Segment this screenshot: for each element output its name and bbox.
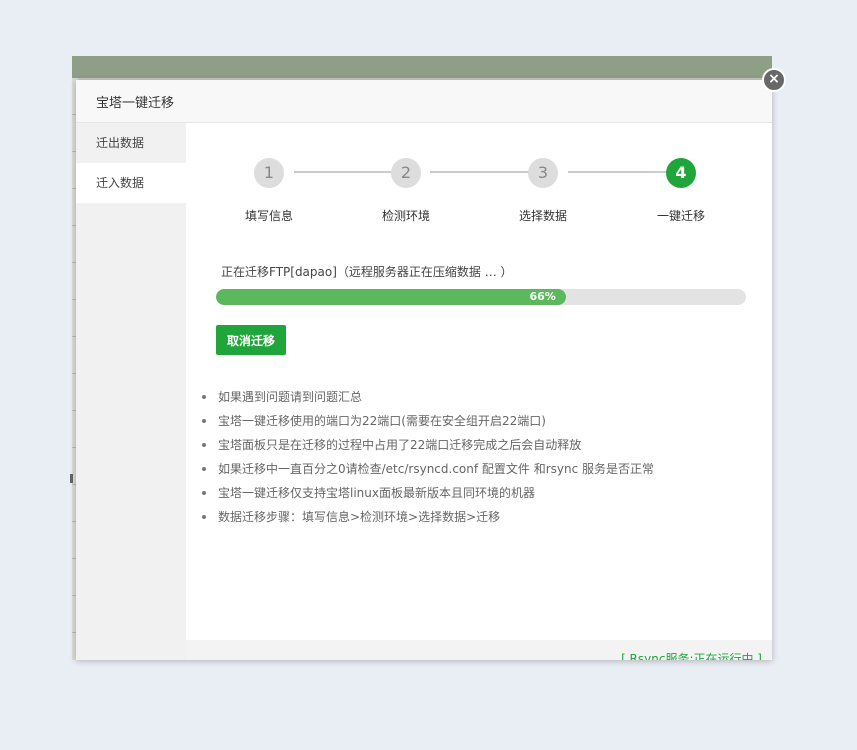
- list-item: 如果迁移中一直百分之0请检查/etc/rsyncd.conf 配置文件 和rsy…: [202, 457, 655, 481]
- migration-dialog: 宝塔一键迁移 迁出数据 迁入数据 1 2 3 4 填写信息 检测环境 选择数据 …: [76, 80, 772, 660]
- step-3-label: 选择数据: [518, 209, 567, 223]
- step-1-label: 填写信息: [244, 209, 293, 223]
- list-item: 宝塔一键迁移仅支持宝塔linux面板最新版本且同环境的机器: [202, 481, 654, 505]
- step-connector: [430, 171, 538, 173]
- list-item: 如果遇到问题请到问题汇总: [202, 385, 654, 409]
- progress-status-text: 正在迁移FTP[dapao]（远程服务器正在压缩数据 … ）: [221, 265, 513, 279]
- dialog-footer: [ Rsync服务:正在运行中 ]: [186, 640, 772, 660]
- tip-text: 如果迁移中一直百分之0请检查/etc/rsyncd.conf 配置文件 和rsy…: [218, 462, 655, 476]
- sidebar-item-import-data[interactable]: 迁入数据: [76, 163, 186, 203]
- sidebar: 迁出数据 迁入数据: [76, 123, 186, 660]
- tip-text[interactable]: 如果遇到问题请到问题汇总: [218, 390, 362, 404]
- progress-bar-fill: 66%: [216, 289, 566, 305]
- step-3-circle: 3: [528, 158, 558, 188]
- bullet-icon: [202, 419, 206, 423]
- step-connector: [294, 171, 400, 173]
- dialog-header: 宝塔一键迁移: [76, 80, 772, 123]
- step-connector: [568, 171, 676, 173]
- step-4-label: 一键迁移: [656, 209, 705, 223]
- tips-list: 如果遇到问题请到问题汇总 宝塔一键迁移使用的端口为22端口(需要在安全组开启22…: [202, 385, 655, 529]
- list-item: 宝塔面板只是在迁移的过程中占用了22端口迁移完成之后会自动释放: [202, 433, 654, 457]
- tip-text: 数据迁移步骤：填写信息>检测环境>选择数据>迁移: [218, 510, 501, 524]
- dialog-title: 宝塔一键迁移: [96, 96, 175, 111]
- rsync-status-text: [ Rsync服务:正在运行中 ]: [621, 652, 762, 660]
- tip-text: 宝塔面板只是在迁移的过程中占用了22端口迁移完成之后会自动释放: [218, 438, 582, 452]
- background-mark: [70, 474, 73, 483]
- tip-text: 宝塔一键迁移仅支持宝塔linux面板最新版本且同环境的机器: [218, 486, 535, 500]
- bullet-icon: [202, 443, 206, 447]
- step-2-label: 检测环境: [381, 209, 430, 223]
- progress-bar: 66%: [216, 289, 746, 305]
- cancel-migration-button[interactable]: 取消迁移: [216, 325, 286, 355]
- sidebar-item-export-data[interactable]: 迁出数据: [76, 123, 186, 163]
- step-2-circle: 2: [391, 158, 421, 188]
- bullet-icon: [202, 467, 206, 471]
- step-4-circle: 4: [666, 158, 696, 188]
- bullet-icon: [202, 515, 206, 519]
- main-panel: 1 2 3 4 填写信息 检测环境 选择数据 一键迁移 正在迁移FTP[dapa…: [186, 123, 772, 640]
- list-item: 数据迁移步骤：填写信息>检测环境>选择数据>迁移: [202, 505, 654, 529]
- close-icon[interactable]: ×: [762, 68, 786, 92]
- list-item: 宝塔一键迁移使用的端口为22端口(需要在安全组开启22端口): [202, 409, 654, 433]
- tip-text: 宝塔一键迁移使用的端口为22端口(需要在安全组开启22端口): [218, 414, 546, 428]
- bullet-icon: [202, 491, 206, 495]
- background-titlebar: [72, 56, 772, 78]
- step-1-circle: 1: [254, 158, 284, 188]
- bullet-icon: [202, 395, 206, 399]
- progress-percent-label: 66%: [529, 290, 556, 303]
